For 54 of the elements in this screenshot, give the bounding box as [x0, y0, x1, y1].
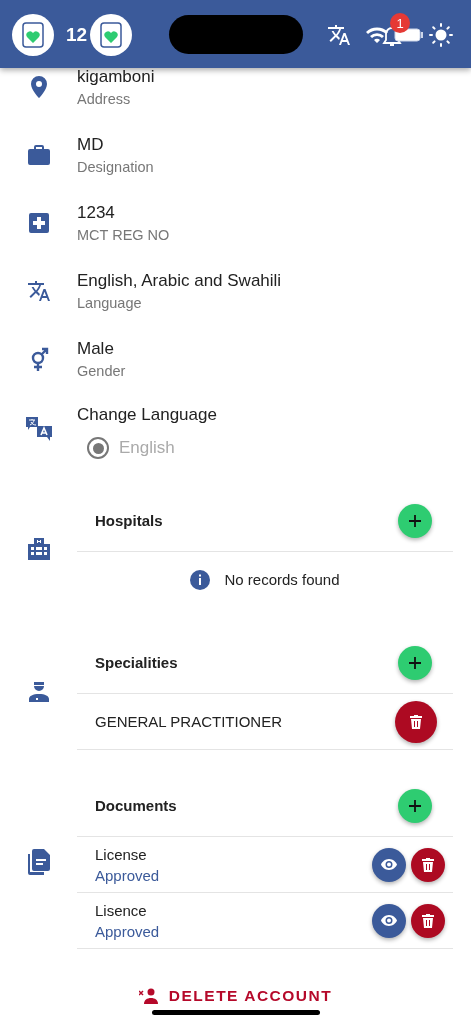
empty-message: No records found	[224, 571, 340, 588]
section-title: Documents	[95, 797, 177, 814]
status-time: 12	[66, 24, 88, 46]
add-button[interactable]	[398, 788, 432, 823]
section-title: Hospitals	[95, 512, 163, 529]
document-name: License	[95, 845, 147, 863]
plus-icon	[409, 799, 421, 812]
wifi-icon	[366, 27, 388, 43]
remove-user-icon	[138, 988, 159, 1004]
brightness-icon	[429, 23, 453, 47]
delete-account-button[interactable]: DELETE ACCOUNT	[130, 983, 341, 1009]
app-icon[interactable]	[12, 14, 54, 56]
field-value: English, Arabic and Swahili	[77, 271, 282, 291]
eye-icon	[381, 915, 397, 926]
trash-icon	[422, 913, 434, 928]
document-status: Approved	[95, 922, 160, 940]
location-pin-icon	[30, 76, 47, 98]
document-status: Approved	[95, 866, 160, 884]
notification-badge: 1	[390, 13, 410, 33]
document-icon	[27, 849, 50, 875]
view-button[interactable]	[372, 903, 406, 938]
field-value: 1234	[77, 203, 115, 223]
language-icon	[25, 417, 52, 441]
eye-icon	[381, 859, 397, 870]
plus-icon	[409, 656, 421, 669]
speciality-name: GENERAL PRACTITIONER	[95, 713, 282, 730]
view-button[interactable]	[372, 847, 406, 882]
add-button[interactable]	[398, 503, 432, 538]
delete-button[interactable]	[395, 700, 437, 743]
field-value: kigamboni	[77, 67, 155, 87]
doctor-icon	[28, 680, 49, 702]
trash-icon	[422, 857, 434, 872]
document-name: Lisence	[95, 901, 147, 919]
section-title: Specialities	[95, 654, 178, 671]
field-label: Address	[77, 91, 131, 107]
delete-button[interactable]	[411, 903, 445, 938]
medical-cross-icon	[28, 213, 49, 233]
field-value: MD	[77, 135, 104, 155]
briefcase-icon	[27, 145, 50, 165]
add-button[interactable]	[398, 645, 432, 680]
field-label: Language	[77, 295, 142, 311]
delete-button[interactable]	[411, 847, 445, 882]
field-label: MCT REG NO	[77, 227, 170, 243]
translate-icon	[26, 279, 51, 303]
field-label: Gender	[77, 363, 126, 379]
app-icon[interactable]	[90, 14, 132, 56]
info-icon	[190, 569, 211, 590]
field-value: Male	[77, 339, 114, 359]
field-label: Designation	[77, 159, 154, 175]
plus-icon	[409, 514, 421, 527]
trash-icon	[410, 714, 422, 729]
section-title: Change Language	[77, 405, 217, 424]
building-icon	[27, 537, 50, 560]
translate-icon	[326, 23, 352, 47]
